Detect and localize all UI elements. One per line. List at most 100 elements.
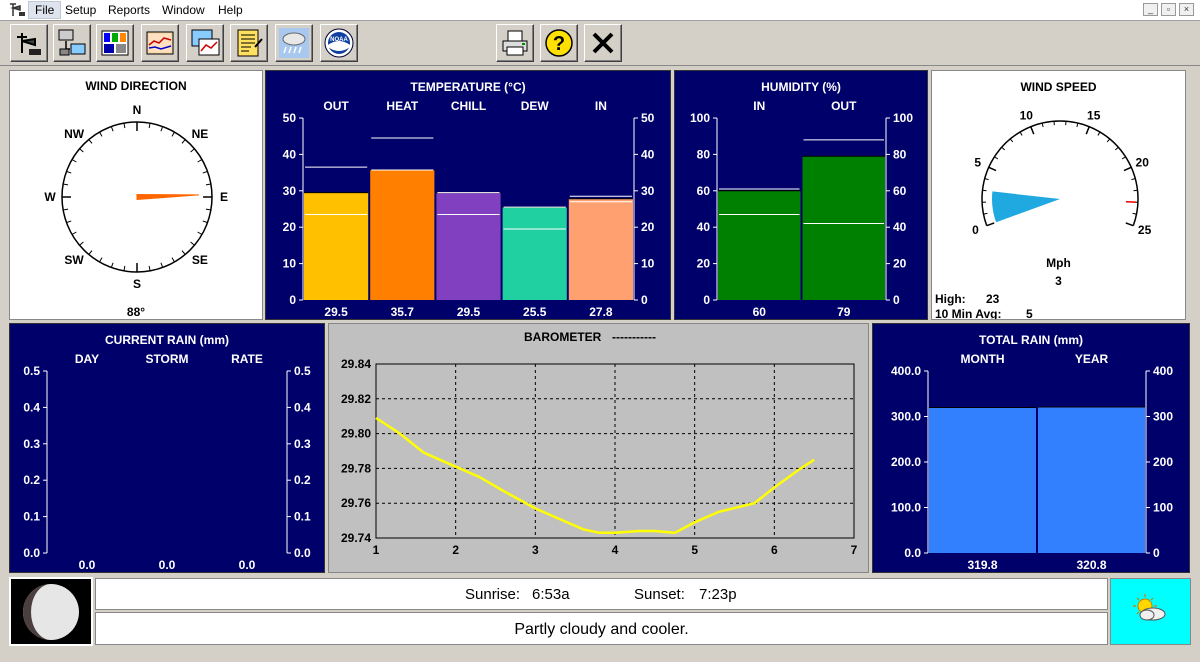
current-rain-category-storm: STORM [145,352,188,366]
total-rain-tick-label-left: 400.0 [891,364,921,378]
help-icon: ? [545,29,573,57]
current-rain-tick-label-right: 0.3 [294,437,311,451]
temperature-tick-label-left: 0 [289,293,296,307]
wind-speed-dial-label-25: 25 [1138,223,1152,237]
graph-button[interactable] [141,24,179,62]
wind-vane-button[interactable] [10,24,48,62]
rain-cloud-button[interactable] [275,24,313,62]
barometer-x-tick: 5 [691,543,698,557]
wind-speed-tick [984,178,989,181]
temperature-tick-label-left: 30 [283,184,297,198]
multi-graph-button[interactable] [186,24,224,62]
humidity-tick-label-right: 0 [893,293,900,307]
current-rain-tick-label-left: 0.1 [23,510,40,524]
wind-speed-tick [1115,146,1119,151]
total-rain-tick-label-right: 400 [1153,364,1173,378]
wind-direction-panel[interactable]: WIND DIRECTION N NE E SE S SW W NW 88° [9,70,263,320]
barometer-x-tick: 1 [373,543,380,557]
temperature-chart: 50 50 40 40 30 30 20 20 10 10 0 0 OUT 29.5 HEAT 35.7 CHI… [283,99,655,319]
total-rain-tick-label-left: 300.0 [891,410,921,424]
wind-direction-title: WIND DIRECTION [85,79,187,93]
menu-file[interactable]: File [28,1,62,19]
compass-label-w: W [44,190,56,204]
temperature-panel[interactable]: TEMPERATURE (°C) 50 50 40 40 30 30 20 20 10 10 0 0 O… [265,70,671,320]
close-window-icon[interactable]: × [1179,3,1194,16]
barometer-y-tick: 29.80 [341,427,371,441]
compass-label-sw: SW [64,253,84,267]
humidity-panel[interactable]: HUMIDITY (%) 100 100 80 80 60 60 40 40 20 20 0 0 IN 6… [674,70,928,320]
wind-speed-tick [1131,178,1136,181]
temperature-value-out: 29.5 [324,305,348,319]
temperature-tick-label-right: 0 [641,293,648,307]
menu-window[interactable]: Window [159,3,208,17]
wind-direction-value: 88° [126,305,146,319]
temperature-bar-heat [370,170,435,300]
current-rain-tick-label-right: 0.0 [294,546,311,560]
svg-text:?: ? [553,33,565,55]
wind-speed-dial: 0 5 10 15 20 25 [972,109,1152,237]
wind-speed-panel[interactable]: WIND SPEED 0 5 10 15 20 25 Mph 3 High: 23 10 … [931,70,1186,320]
current-rain-value-day: 0.0 [79,558,96,572]
current-rain-panel[interactable]: CURRENT RAIN (mm) 0.5 0.5 0.4 0.4 0.3 0.3 0.2 0… [9,323,325,573]
data-transfer-button[interactable] [53,24,91,62]
total-rain-tick-label-right: 300 [1153,410,1173,424]
partly-cloudy-icon [1133,594,1166,621]
current-rain-tick-label-right: 0.4 [294,400,311,414]
humidity-bar-out [802,156,885,300]
print-button[interactable] [496,24,534,62]
close-button[interactable] [584,24,622,62]
current-rain-value-storm: 0.0 [159,558,176,572]
total-rain-value-year: 320.8 [1076,558,1106,572]
current-rain-tick-label-left: 0.0 [23,546,40,560]
humidity-tick-label-left: 60 [697,184,711,198]
station-console-button[interactable] [96,24,134,62]
temperature-category-dew: DEW [521,99,550,113]
help-button[interactable]: ? [540,24,578,62]
total-rain-panel[interactable]: TOTAL RAIN (mm) 400.0 400 300.0 300 200.0 200… [872,323,1190,573]
barometer-y-tick: 29.78 [341,461,371,475]
moon-phase-box[interactable] [9,577,93,646]
wind-speed-tick [1019,131,1023,136]
barometer-x-tick: 2 [452,543,459,557]
humidity-tick-label-right: 60 [893,184,907,198]
total-rain-category-year: YEAR [1075,352,1109,366]
wind-speed-avg-label: 10 Min Avg: [935,307,1002,320]
total-rain-tick-label-left: 200.0 [891,455,921,469]
barometer-x-tick: 4 [612,543,619,557]
wind-speed-tick [1123,166,1132,172]
minimize-icon[interactable]: _ [1143,3,1158,16]
total-rain-tick-label-left: 100.0 [891,501,921,515]
toolbar: NOAA ? [0,21,1200,66]
wind-speed-tick [1030,126,1035,135]
app-icon [10,3,25,16]
noaa-button[interactable]: NOAA [320,24,358,62]
barometer-y-tick: 29.74 [341,531,371,545]
forecast-icon-box[interactable] [1110,578,1191,645]
menu-setup[interactable]: Setup [62,3,99,17]
sunrise-label: Sunrise: [465,586,521,603]
total-rain-tick-label-right: 100 [1153,501,1173,515]
current-rain-tick-label-left: 0.3 [23,437,40,451]
wind-speed-tick [1041,122,1044,128]
graph-icon [146,31,174,55]
menu-help[interactable]: Help [215,3,246,17]
sunset-time: 7:23p [699,586,737,603]
printer-icon [502,30,528,56]
current-rain-value-rate: 0.0 [239,558,256,572]
temperature-value-chill: 29.5 [457,305,481,319]
sunrise-time: 6:53a [532,586,570,603]
menu-reports[interactable]: Reports [105,3,153,17]
temperature-value-heat: 35.7 [391,305,415,319]
compass-label-e: E [220,190,228,204]
humidity-tick-label-right: 20 [893,257,907,271]
restore-icon[interactable]: ▫ [1161,3,1176,16]
temperature-tick-label-right: 40 [641,147,655,161]
temperature-tick-label-right: 10 [641,257,655,271]
wind-speed-tick [1009,138,1014,143]
forecast-box: Partly cloudy and cooler. [95,612,1108,645]
notes-button[interactable] [230,24,268,62]
barometer-panel[interactable]: BAROMETER ----------- 29.84 29.82 29.80 29.… [328,323,869,573]
temperature-value-dew: 25.5 [523,305,547,319]
wind-speed-dial-label-0: 0 [972,223,979,237]
compass-label-nw: NW [64,127,85,141]
